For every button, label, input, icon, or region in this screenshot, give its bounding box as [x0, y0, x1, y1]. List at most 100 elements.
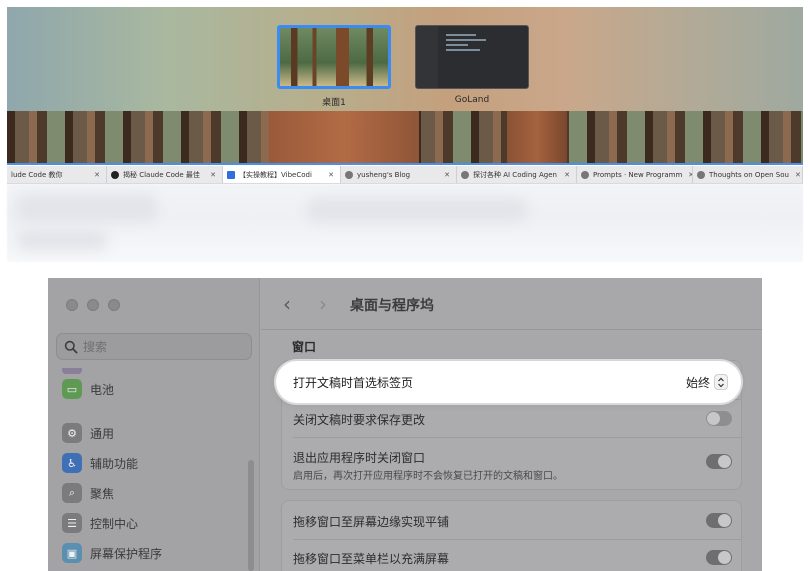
browser-content-blurred: [7, 184, 803, 262]
close-tab-icon[interactable]: ✕: [438, 171, 450, 179]
desktop-wallpaper-strip: [7, 111, 803, 165]
blurred-content: [17, 194, 157, 222]
fill-menubar-toggle[interactable]: [706, 550, 732, 565]
globe-icon: [581, 170, 589, 179]
desktop-wallpaper-preview: [280, 28, 388, 86]
row-ask-keep-changes: 关闭文稿时要求保存更改: [282, 399, 741, 437]
accessibility-icon: ♿: [62, 453, 82, 473]
mission-control-bar: 桌面1 GoLand: [7, 7, 803, 111]
zoom-window-button[interactable]: [108, 299, 120, 311]
tiling-settings-group: 拖移窗口至屏幕边缘实现平铺 拖移窗口至菜单栏以充满屏幕: [281, 500, 742, 571]
tab-title: Prompts · New Programm: [593, 170, 683, 179]
github-icon: [111, 170, 119, 179]
ide-code-line: [446, 49, 480, 51]
tile-edges-label: 拖移窗口至屏幕边缘实现平铺: [293, 515, 450, 529]
sidebar-item-label: 辅助功能: [90, 456, 139, 471]
sidebar-item-spotlight[interactable]: ⌕ 聚焦: [62, 483, 114, 503]
browser-tab[interactable]: lude Code 教你 ✕: [7, 166, 107, 183]
space-label-goland: GoLand: [454, 95, 490, 105]
close-tab-icon[interactable]: ✕: [558, 171, 570, 179]
tab-title: 探讨各种 AI Coding Agen: [473, 170, 557, 179]
magnifier-icon: ⌕: [62, 483, 82, 503]
tile-edges-toggle[interactable]: [706, 513, 732, 528]
space-label-desktop-1: 桌面1: [322, 98, 346, 108]
space-thumbnail-desktop-1[interactable]: [277, 25, 391, 89]
chevron-up-down-icon: [718, 377, 724, 387]
wallpaper-tree-trunk: [507, 111, 567, 165]
system-settings-window: 搜索 ▭ 电池 ⚙ 通用 ♿ 辅助功能 ⌕ 聚焦 ☰ 控制中心 ▣ 屏幕保护程序…: [48, 278, 762, 571]
sidebar-item-label: 通用: [90, 426, 115, 441]
sidebar-item-control-center[interactable]: ☰ 控制中心: [62, 513, 138, 533]
row-close-windows: 退出应用程序时关闭窗口 启用后，再次打开应用程序时不会恢复已打开的文稿和窗口。: [282, 437, 741, 491]
control-center-icon: ☰: [62, 513, 82, 533]
close-windows-toggle[interactable]: [706, 454, 732, 469]
sidebar-item-label: 聚焦: [90, 486, 115, 501]
tab-title: Thoughts on Open Sou: [709, 170, 789, 179]
close-window-button[interactable]: [66, 299, 78, 311]
close-windows-label: 退出应用程序时关闭窗口: [293, 451, 426, 465]
ask-keep-changes-toggle[interactable]: [706, 411, 732, 426]
ide-code-line: [446, 39, 486, 41]
space-thumbnail-goland[interactable]: [415, 25, 529, 89]
settings-search-field[interactable]: 搜索: [56, 333, 252, 360]
sidebar-item-label: 屏幕保护程序: [90, 546, 163, 561]
browser-tab[interactable]: 探讨各种 AI Coding Agen ✕: [457, 166, 577, 183]
battery-icon: ▭: [62, 379, 82, 399]
sidebar-item-battery[interactable]: ▭ 电池: [62, 379, 114, 399]
prefer-tabs-value: 始终: [685, 376, 710, 390]
page-title: 桌面与程序坞: [350, 298, 434, 314]
close-tab-icon[interactable]: ✕: [88, 171, 100, 179]
gear-icon: ⚙: [62, 423, 82, 443]
fill-menubar-label: 拖移窗口至菜单栏以充满屏幕: [293, 552, 450, 566]
ide-code-line: [446, 34, 476, 36]
tab-title: 揭秘 Claude Code 最佳: [123, 170, 200, 179]
row-tile-edges: 拖移窗口至屏幕边缘实现平铺: [282, 501, 741, 539]
row-fill-menubar: 拖移窗口至菜单栏以充满屏幕: [282, 539, 741, 571]
screenshot-root: 桌面1 GoLand lude Code 教你 ✕ 揭秘 Claude Code…: [0, 0, 810, 571]
sidebar-item-label: 控制中心: [90, 516, 139, 531]
search-placeholder: 搜索: [83, 340, 108, 354]
close-tab-icon[interactable]: ✕: [322, 171, 334, 179]
globe-icon: [345, 170, 353, 179]
search-icon: [64, 340, 78, 354]
forward-arrow-icon[interactable]: ›: [319, 292, 327, 316]
browser-tab[interactable]: yusheng's Blog ✕: [341, 166, 457, 183]
sidebar-scrollbar[interactable]: [248, 460, 254, 571]
close-tab-icon[interactable]: ✕: [682, 171, 692, 179]
tab-title: lude Code 教你: [11, 170, 63, 179]
browser-tab-strip: lude Code 教你 ✕ 揭秘 Claude Code 最佳 ✕ 【实操教程…: [7, 166, 803, 184]
tab-title: yusheng's Blog: [357, 170, 411, 179]
browser-tab[interactable]: Thoughts on Open Sou ✕: [693, 166, 803, 183]
globe-icon: [697, 170, 705, 179]
browser-tab[interactable]: Prompts · New Programm ✕: [577, 166, 693, 183]
sidebar-item-partial-icon: [62, 368, 82, 374]
sidebar-item-screensaver[interactable]: ▣ 屏幕保护程序: [62, 543, 162, 563]
back-arrow-icon[interactable]: ‹: [283, 292, 291, 316]
ide-sidebar-preview: [416, 26, 438, 88]
ask-keep-changes-label: 关闭文稿时要求保存更改: [293, 413, 426, 427]
close-tab-icon[interactable]: ✕: [789, 171, 801, 179]
sidebar-item-label: 电池: [90, 382, 115, 397]
section-heading-windows: 窗口: [292, 340, 317, 354]
sidebar-item-accessibility[interactable]: ♿ 辅助功能: [62, 453, 138, 473]
close-tab-icon[interactable]: ✕: [204, 171, 216, 179]
blurred-content: [307, 198, 527, 222]
settings-sidebar: 搜索 ▭ 电池 ⚙ 通用 ♿ 辅助功能 ⌕ 聚焦 ☰ 控制中心 ▣ 屏幕保护程序: [48, 278, 260, 571]
settings-toolbar: ‹ › 桌面与程序坞: [261, 278, 762, 330]
minimize-window-button[interactable]: [87, 299, 99, 311]
blurred-content: [17, 230, 107, 250]
browser-tab-active[interactable]: 【实操教程】VibeCodi ✕: [223, 166, 341, 183]
screensaver-icon: ▣: [62, 543, 82, 563]
prefer-tabs-row-highlighted[interactable]: 打开文稿时首选标签页 始终: [276, 361, 741, 403]
window-controls: [66, 299, 120, 311]
site-favicon-icon: [227, 170, 235, 179]
ide-code-line: [446, 44, 468, 46]
prefer-tabs-label: 打开文稿时首选标签页: [293, 376, 414, 390]
settings-main-pane: ‹ › 桌面与程序坞 窗口 关闭文稿时要求保存更改 退出应用程序时关闭窗口 启用…: [261, 278, 762, 571]
tab-title: 【实操教程】VibeCodi: [239, 170, 312, 179]
browser-tab[interactable]: 揭秘 Claude Code 最佳 ✕: [107, 166, 223, 183]
globe-icon: [461, 170, 469, 179]
sidebar-item-general[interactable]: ⚙ 通用: [62, 423, 114, 443]
popup-stepper-icon[interactable]: [714, 374, 728, 390]
close-windows-description: 启用后，再次打开应用程序时不会恢复已打开的文稿和窗口。: [293, 471, 563, 482]
